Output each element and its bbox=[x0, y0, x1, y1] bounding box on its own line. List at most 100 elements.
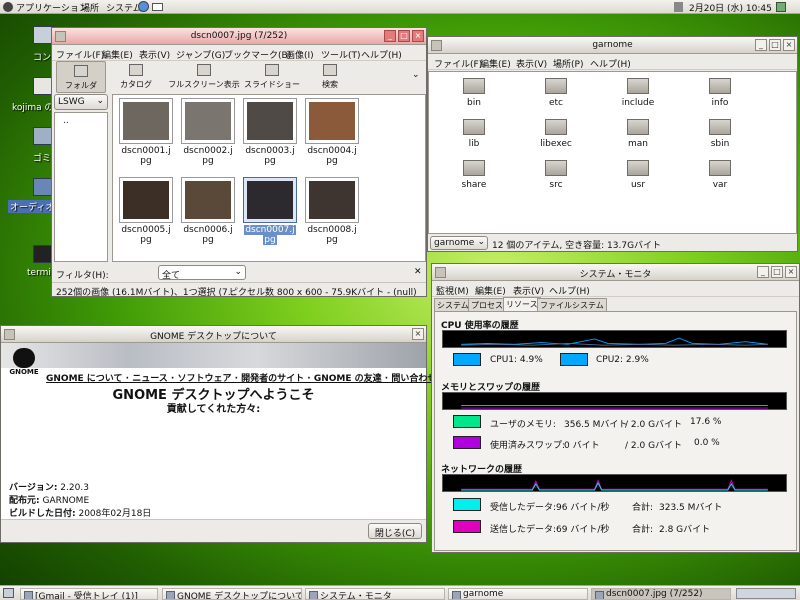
maximize-button[interactable]: □ bbox=[398, 30, 410, 42]
thumbnail-item[interactable]: dscn0007.j pg bbox=[242, 177, 298, 245]
tab-processes[interactable]: プロセス bbox=[468, 298, 506, 311]
menu-file[interactable]: ファイル(F) bbox=[434, 57, 482, 70]
window-titlebar[interactable]: システム・モニタ _ □ × bbox=[432, 264, 799, 281]
workspace-switcher[interactable] bbox=[736, 588, 796, 599]
thumbnail-item[interactable]: dscn0006.j pg bbox=[180, 177, 236, 245]
folder-combo[interactable]: LSWG ⌄ bbox=[54, 94, 108, 110]
search-button[interactable]: 検索 bbox=[310, 61, 350, 93]
tab-resources[interactable]: リソース bbox=[503, 297, 541, 311]
menu-help[interactable]: ヘルプ(H) bbox=[590, 57, 631, 70]
folder-item-libexec[interactable]: libexec bbox=[519, 119, 593, 149]
tab-system[interactable]: システム bbox=[434, 298, 472, 311]
window-titlebar[interactable]: garnome _ □ × bbox=[428, 37, 797, 54]
folder-item-usr[interactable]: usr bbox=[601, 160, 675, 190]
taskbar-item-garnome[interactable]: garnome bbox=[448, 588, 588, 600]
swap-color-swatch bbox=[453, 436, 481, 449]
folder-list-item[interactable]: .. bbox=[63, 116, 69, 126]
folder-item-include[interactable]: include bbox=[601, 78, 675, 108]
thumbnail-item[interactable]: dscn0002.j pg bbox=[180, 98, 236, 166]
minimize-button[interactable]: _ bbox=[384, 30, 396, 42]
thumbnail-pane[interactable]: dscn0001.j pg dscn0002.j pg dscn0003.j pg dscn… bbox=[112, 94, 426, 262]
volume-icon[interactable] bbox=[674, 2, 683, 12]
menu-bookmarks[interactable]: ブックマーク(B) bbox=[224, 48, 291, 61]
menu-help[interactable]: ヘルプ(H) bbox=[549, 284, 590, 297]
menu-view[interactable]: 表示(V) bbox=[516, 57, 547, 70]
desktop-icon-label: termi bbox=[27, 268, 51, 278]
folder-item-man[interactable]: man bbox=[601, 119, 675, 149]
show-desktop-icon[interactable] bbox=[3, 588, 14, 598]
window-title: garnome bbox=[592, 40, 633, 50]
menu-places[interactable]: 場所(P) bbox=[553, 57, 583, 70]
menu-system[interactable]: システム bbox=[106, 1, 142, 14]
menu-edit[interactable]: 編集(E) bbox=[480, 57, 511, 70]
tab-filesystems[interactable]: ファイルシステム bbox=[537, 298, 607, 311]
minimize-button[interactable]: _ bbox=[757, 266, 769, 278]
mail-icon[interactable] bbox=[152, 3, 163, 11]
swap-percent: 0.0 % bbox=[694, 438, 720, 448]
close-button[interactable]: × bbox=[785, 266, 797, 278]
info-row-version: バージョン: 2.20.3 bbox=[9, 480, 89, 493]
close-button[interactable]: × bbox=[412, 30, 424, 42]
filter-combo[interactable]: 全て ⌄ bbox=[158, 265, 246, 281]
web-browser-icon[interactable] bbox=[138, 1, 149, 12]
taskbar-item-system-monitor[interactable]: システム・モニタ bbox=[305, 588, 445, 600]
menu-applications[interactable]: アプリケーション bbox=[16, 1, 88, 14]
menu-edit[interactable]: 編集(E) bbox=[475, 284, 506, 297]
menu-help[interactable]: ヘルプ(H) bbox=[361, 48, 402, 61]
swap-label: 使用済みスワップ: bbox=[490, 441, 566, 451]
thumbnail-item[interactable]: dscn0005.j pg bbox=[118, 177, 174, 245]
sent-rate: 69 バイト/秒 bbox=[556, 525, 610, 535]
folder-item-sbin[interactable]: sbin bbox=[683, 119, 757, 149]
thumbnail-item[interactable]: dscn0008.j pg bbox=[304, 177, 360, 245]
taskbar-item-gmail[interactable]: [Gmail - 受信トレイ (1)] bbox=[20, 588, 158, 600]
system-tray-icon[interactable] bbox=[776, 2, 786, 12]
slideshow-button[interactable]: スライドショー bbox=[244, 61, 300, 93]
thumbnail-item[interactable]: dscn0001.j pg bbox=[118, 98, 174, 166]
menu-monitor[interactable]: 監視(M) bbox=[436, 284, 469, 297]
menu-places[interactable]: 場所 bbox=[81, 1, 99, 14]
folder-item-share[interactable]: share bbox=[437, 160, 511, 190]
thumbnail-image bbox=[119, 177, 173, 223]
window-titlebar[interactable]: GNOME デスクトップについて × bbox=[1, 326, 426, 343]
thumbnail-image bbox=[305, 98, 359, 144]
toolbar-overflow-icon[interactable]: ⌄ bbox=[412, 70, 420, 80]
folder-item-var[interactable]: var bbox=[683, 160, 757, 190]
icon-view[interactable]: bin etc include info lib libexec man sbin share s… bbox=[428, 71, 797, 234]
menu-image[interactable]: 画像(I) bbox=[286, 48, 314, 61]
fullscreen-button[interactable]: フルスクリーン表示 bbox=[166, 61, 242, 93]
folder-list[interactable]: .. bbox=[54, 112, 108, 262]
folder-icon bbox=[627, 78, 649, 94]
menu-go[interactable]: ジャンプ(G) bbox=[176, 48, 225, 61]
close-button[interactable]: × bbox=[412, 328, 424, 340]
menu-tools[interactable]: ツール(T) bbox=[321, 48, 361, 61]
thumbnail-item[interactable]: dscn0004.j pg bbox=[304, 98, 360, 166]
location-combo[interactable]: garnome ⌄ bbox=[430, 236, 488, 250]
maximize-button[interactable]: □ bbox=[771, 266, 783, 278]
menu-view[interactable]: 表示(V) bbox=[139, 48, 170, 61]
folder-item-bin[interactable]: bin bbox=[437, 78, 511, 108]
thumbnail-caption: pg bbox=[202, 156, 214, 166]
taskbar-item-about-gnome[interactable]: GNOME デスクトップについて bbox=[162, 588, 302, 600]
minimize-button[interactable]: _ bbox=[755, 39, 767, 51]
folder-item-src[interactable]: src bbox=[519, 160, 593, 190]
folder-item-lib[interactable]: lib bbox=[437, 119, 511, 149]
about-nav-links[interactable]: GNOME について · ニュース · ソフトウェア · 開発者のサイト · G… bbox=[46, 371, 445, 384]
menu-edit[interactable]: 編集(E) bbox=[102, 48, 133, 61]
catalog-button[interactable]: カタログ bbox=[114, 61, 158, 93]
folder-item-info[interactable]: info bbox=[683, 78, 757, 108]
clear-filter-icon[interactable]: ✕ bbox=[414, 267, 422, 277]
contributors-heading: 貢献してくれた方々: bbox=[166, 404, 261, 415]
taskbar-item-image-viewer[interactable]: dscn0007.jpg (7/252) bbox=[591, 588, 731, 600]
close-button[interactable]: × bbox=[783, 39, 795, 51]
thumbnail-item[interactable]: dscn0003.j pg bbox=[242, 98, 298, 166]
menu-file[interactable]: ファイル(F) bbox=[56, 48, 104, 61]
menu-view[interactable]: 表示(V) bbox=[513, 284, 544, 297]
folder-item-etc[interactable]: etc bbox=[519, 78, 593, 108]
close-dialog-button[interactable]: 閉じる(C) bbox=[368, 523, 422, 539]
maximize-button[interactable]: □ bbox=[769, 39, 781, 51]
folder-button[interactable]: フォルダ bbox=[56, 61, 106, 93]
clock[interactable]: 2月20日 (水) 10:45 bbox=[689, 1, 772, 14]
image-viewer-window: dscn0007.jpg (7/252) _ □ × ファイル(F) 編集(E)… bbox=[51, 27, 427, 298]
foot-icon[interactable] bbox=[3, 2, 13, 12]
window-titlebar[interactable]: dscn0007.jpg (7/252) _ □ × bbox=[52, 28, 426, 45]
